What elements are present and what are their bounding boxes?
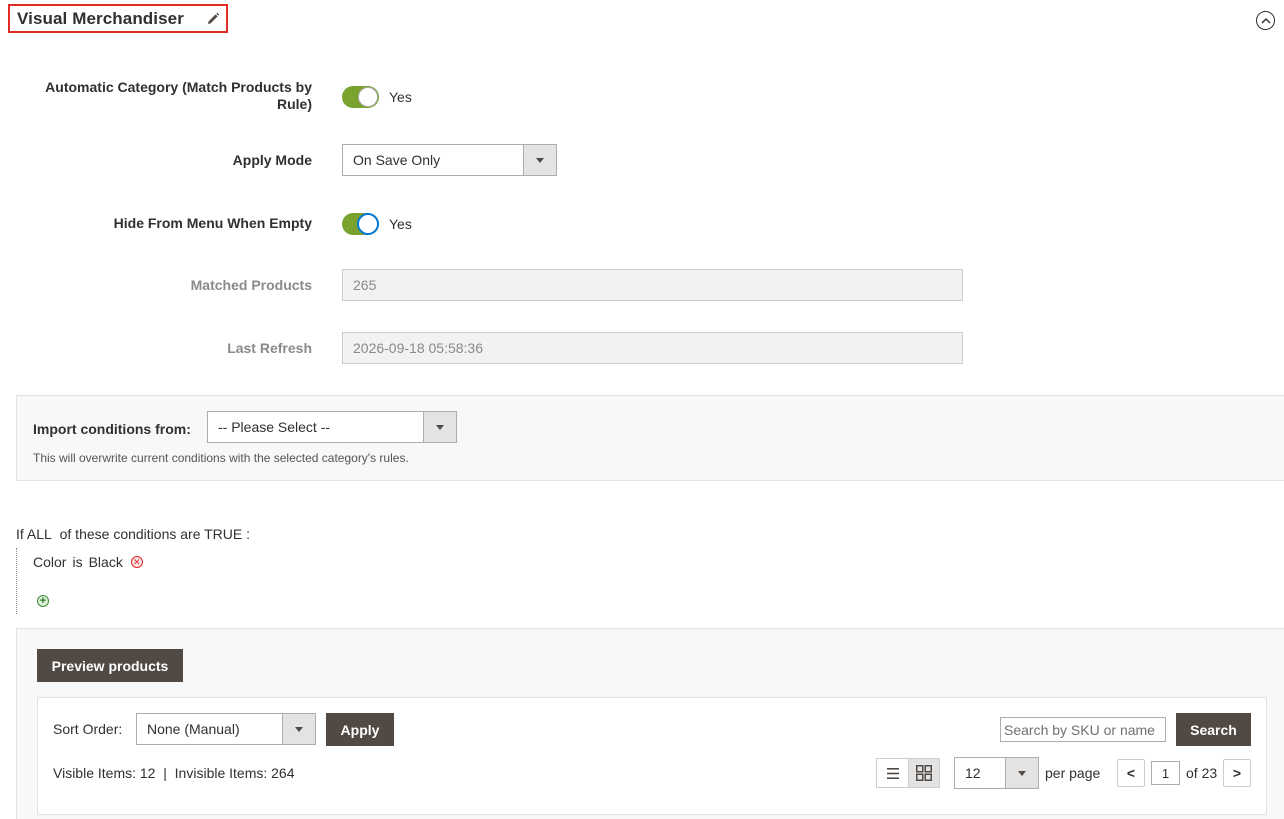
last-refresh-field: 2026-09-18 05:58:36 [342, 332, 963, 364]
add-condition-icon[interactable]: + [37, 595, 49, 607]
view-mode-toggle [876, 758, 940, 788]
hide-from-menu-toggle[interactable] [342, 213, 379, 235]
import-conditions-label: Import conditions from: [33, 421, 191, 437]
conditions-header: If ALL of these conditions are TRUE : [16, 526, 250, 542]
page-number-input[interactable]: 1 [1151, 761, 1180, 785]
apply-sort-button[interactable]: Apply [326, 713, 394, 746]
conditions-aggregator[interactable]: ALL [27, 526, 52, 542]
apply-mode-select[interactable]: On Save Only [342, 144, 557, 176]
chevron-up-icon [1260, 17, 1271, 24]
collapse-section-button[interactable] [1256, 11, 1275, 30]
invisible-items-count: Invisible Items: 264 [174, 765, 295, 781]
sort-order-value: None (Manual) [147, 721, 240, 737]
grid-icon [916, 765, 932, 781]
dropdown-arrow-icon [523, 145, 556, 175]
section-title-box[interactable]: Visual Merchandiser [8, 4, 228, 33]
conditions-middle: of these conditions are [59, 526, 201, 542]
last-refresh-label: Last Refresh [227, 340, 312, 356]
matched-products-field: 265 [342, 269, 963, 301]
hide-from-menu-label: Hide From Menu When Empty [113, 215, 312, 231]
import-conditions-value: -- Please Select -- [218, 419, 331, 435]
import-conditions-select[interactable]: -- Please Select -- [207, 411, 457, 443]
sort-order-select[interactable]: None (Manual) [136, 713, 316, 745]
visible-items-count: Visible Items: 12 [53, 765, 156, 781]
per-page-select[interactable]: 12 [954, 757, 1039, 789]
condition-attribute: Color [33, 554, 67, 570]
import-conditions-panel: Import conditions from: -- Please Select… [16, 395, 1284, 481]
conditions-prefix: If [16, 526, 24, 542]
list-icon [886, 767, 899, 779]
automatic-category-label: Automatic Category (Match Products by Ru… [45, 79, 312, 112]
search-button[interactable]: Search [1176, 713, 1251, 746]
dropdown-arrow-icon [1005, 758, 1038, 788]
conditions-tree-line [16, 548, 18, 614]
preview-products-button[interactable]: Preview products [37, 649, 183, 682]
per-page-value: 12 [965, 765, 981, 781]
apply-mode-value: On Save Only [353, 152, 441, 168]
item-counts: Visible Items: 12 | Invisible Items: 264 [53, 765, 295, 781]
prev-page-button[interactable]: < [1117, 759, 1145, 787]
next-page-button[interactable]: > [1223, 759, 1251, 787]
hide-from-menu-value: Yes [389, 216, 412, 232]
matched-products-label: Matched Products [190, 277, 312, 293]
section-title: Visual Merchandiser [17, 8, 184, 28]
condition-operator[interactable]: is [72, 554, 82, 570]
count-separator: | [163, 765, 167, 781]
pencil-icon[interactable] [206, 12, 220, 26]
apply-mode-label: Apply Mode [232, 152, 312, 168]
dropdown-arrow-icon [282, 714, 315, 744]
conditions-value[interactable]: TRUE [204, 526, 242, 542]
dropdown-arrow-icon [423, 412, 456, 442]
import-conditions-note: This will overwrite current conditions w… [33, 451, 409, 465]
conditions-suffix: : [246, 526, 251, 542]
automatic-category-value: Yes [389, 89, 412, 105]
sort-order-label: Sort Order: [53, 721, 123, 737]
per-page-label: per page [1045, 765, 1101, 781]
condition-value[interactable]: Black [89, 554, 123, 570]
list-view-button[interactable] [877, 759, 908, 787]
condition-item: Color is Black ✕ [33, 554, 143, 570]
grid-view-button[interactable] [908, 759, 939, 787]
remove-condition-icon[interactable]: ✕ [130, 556, 143, 568]
search-input[interactable] [1000, 717, 1166, 742]
automatic-category-toggle[interactable] [342, 86, 379, 108]
page-total: of 23 [1186, 765, 1218, 781]
